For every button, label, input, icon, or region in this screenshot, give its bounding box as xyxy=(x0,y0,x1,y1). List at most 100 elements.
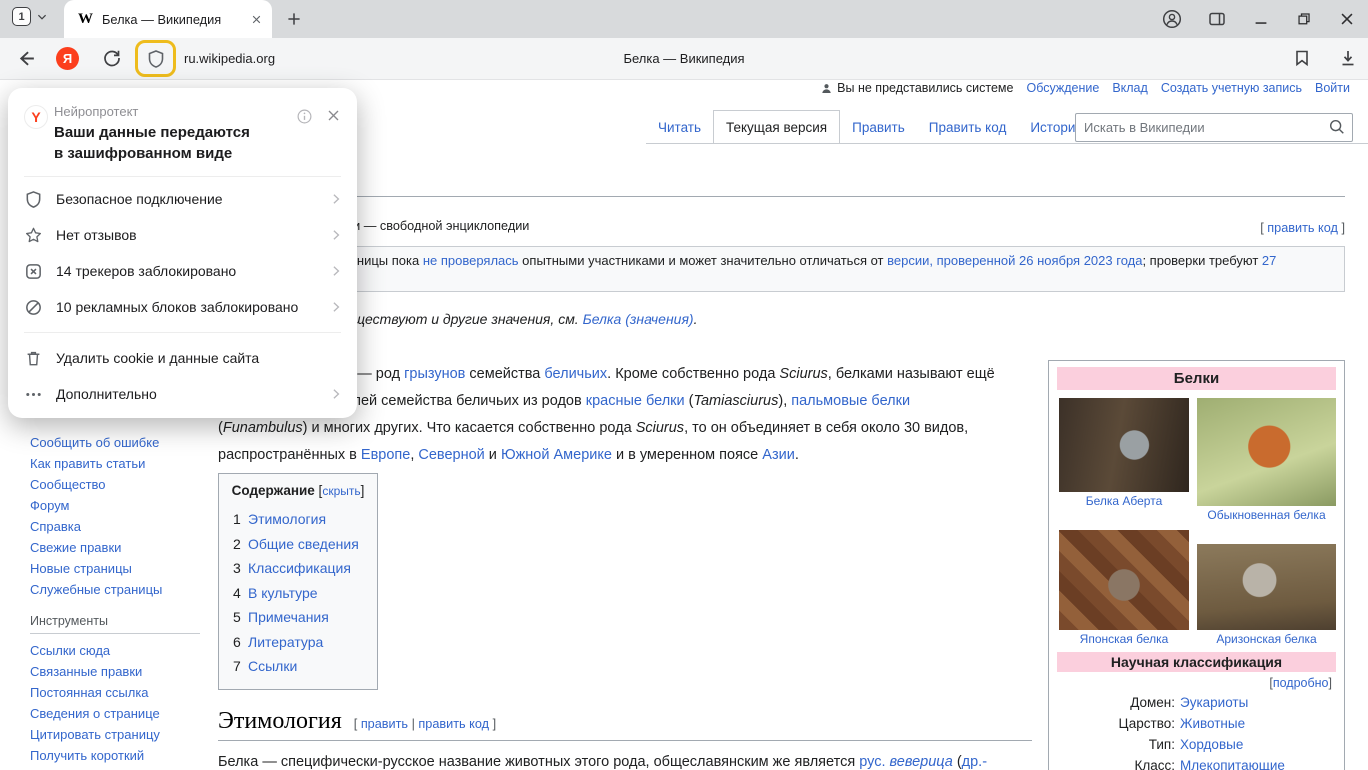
toc-number: 2 xyxy=(233,532,248,557)
inline-link[interactable]: красные белки xyxy=(586,393,685,409)
taxobox: Белки Белка Аберта Обыкновенная белка Яп… xyxy=(1048,360,1345,770)
inline-link[interactable]: др.- xyxy=(962,754,987,770)
sidebar-link[interactable]: Служебные страницы xyxy=(30,579,206,600)
toc-link[interactable]: Общие сведения xyxy=(248,536,359,552)
back-arrow-icon[interactable] xyxy=(16,48,37,69)
top-edit-section-link: [ править код ] xyxy=(1260,221,1345,235)
image-caption-link[interactable]: Японская белка xyxy=(1059,633,1189,646)
sidebar-link[interactable]: Ссылки сюда xyxy=(30,640,206,661)
view-tab-edit-source[interactable]: Править код xyxy=(917,110,1019,144)
inline-link[interactable]: править код xyxy=(418,717,489,731)
sidebar-link[interactable]: Получить короткий xyxy=(30,745,206,766)
inline-link[interactable]: Южной Америке xyxy=(501,447,612,463)
link-login[interactable]: Войти xyxy=(1315,81,1350,95)
chevron-down-icon xyxy=(36,11,48,23)
toc-link[interactable]: Примечания xyxy=(248,609,329,625)
sidebar-link[interactable]: Сведения о странице xyxy=(30,703,206,724)
link-contributions[interactable]: Вклад xyxy=(1112,81,1148,95)
yandex-icon[interactable]: Я xyxy=(56,47,79,70)
window-close-icon[interactable] xyxy=(1338,10,1356,28)
sidebar-link[interactable]: Как править статьи xyxy=(30,453,206,474)
taxonomy-link[interactable]: Эукариоты xyxy=(1180,692,1248,713)
toc-link[interactable]: Этимология xyxy=(248,511,326,527)
image-caption-link[interactable]: Аризонская белка xyxy=(1197,633,1336,646)
inline-link[interactable]: беличьих xyxy=(544,366,607,382)
taxonomy-label: Царство: xyxy=(1057,713,1175,734)
taxonomy-link[interactable]: Хордовые xyxy=(1180,734,1243,755)
taxonomy-label: Класс: xyxy=(1057,755,1175,770)
side-panel-icon[interactable] xyxy=(1207,9,1227,29)
inline-text: Белка — специфически-русское название жи… xyxy=(218,754,859,770)
sidebar-link[interactable]: Справка xyxy=(30,516,206,537)
popup-item-trackers[interactable]: 14 трекеров заблокировано xyxy=(8,253,357,289)
inline-link[interactable]: 27 xyxy=(1262,253,1276,268)
toc-link[interactable]: В культуре xyxy=(248,585,318,601)
view-tab-current-version[interactable]: Текущая версия xyxy=(713,110,840,144)
inline-link[interactable]: править xyxy=(361,717,408,731)
inline-link[interactable]: Северной xyxy=(418,447,484,463)
inline-link[interactable]: Белка (значения) xyxy=(583,311,694,327)
inline-link[interactable]: Европе xyxy=(361,447,410,463)
popup-item-reviews[interactable]: Нет отзывов xyxy=(8,217,357,253)
address-url[interactable]: ru.wikipedia.org xyxy=(184,51,275,66)
taxonomy-link[interactable]: Животные xyxy=(1180,713,1245,734)
popup-item-secure-connection[interactable]: Безопасное подключение xyxy=(8,181,357,217)
sidebar-link[interactable]: Сообщить об ошибке xyxy=(30,432,206,453)
popup-item-clear-cookies[interactable]: Удалить cookie и данные сайта xyxy=(8,340,357,376)
download-icon[interactable] xyxy=(1338,48,1358,68)
inline-link[interactable]: править код xyxy=(1267,221,1338,235)
chevron-right-icon xyxy=(329,192,343,206)
image-caption-link[interactable]: Белка Аберта xyxy=(1059,495,1189,508)
inline-link[interactable]: Азии xyxy=(762,447,795,463)
shield-icon[interactable] xyxy=(146,49,166,69)
search-input[interactable] xyxy=(1075,113,1353,142)
bookmark-icon[interactable] xyxy=(1292,48,1312,68)
inline-link[interactable]: подробно xyxy=(1273,676,1329,690)
inline-link[interactable]: веверица xyxy=(890,754,953,770)
toc-link[interactable]: Литература xyxy=(248,634,323,650)
view-tab-read[interactable]: Читать xyxy=(646,110,713,144)
view-tab-edit[interactable]: Править xyxy=(840,110,917,144)
sidebar-link[interactable]: Цитировать страницу xyxy=(30,724,206,745)
sidebar-link[interactable]: Постоянная ссылка xyxy=(30,682,206,703)
tab-close-icon[interactable] xyxy=(251,14,262,25)
popup-divider xyxy=(24,332,341,333)
tab-counter-button[interactable]: 1 xyxy=(12,7,48,26)
active-tab[interactable]: W Белка — Википедия xyxy=(64,0,272,38)
inline-link[interactable]: не проверялась xyxy=(423,253,519,268)
restore-icon[interactable] xyxy=(1295,10,1313,28)
inline-text: ( xyxy=(953,754,962,770)
sidebar-link[interactable]: Свежие правки xyxy=(30,537,206,558)
magnifier-icon[interactable] xyxy=(1328,118,1346,136)
sidebar-link[interactable]: Новые страницы xyxy=(30,558,206,579)
toc-link[interactable]: Классификация xyxy=(248,560,351,576)
squirrel-image-japanese[interactable] xyxy=(1059,530,1189,630)
inline-link[interactable]: рус. xyxy=(859,754,885,770)
toc-link[interactable]: Ссылки xyxy=(248,658,297,674)
popup-item-adblock[interactable]: 10 рекламных блоков заблокировано xyxy=(8,289,357,325)
new-tab-icon[interactable] xyxy=(286,11,302,27)
section-edit-links: [ править | править код ] xyxy=(354,717,496,731)
close-icon[interactable] xyxy=(326,108,341,123)
squirrel-image-abert[interactable] xyxy=(1059,398,1189,492)
inline-link[interactable]: версии, проверенной 26 ноября 2023 года xyxy=(887,253,1142,268)
info-icon[interactable] xyxy=(296,108,313,125)
sidebar-link[interactable]: Сообщество xyxy=(30,474,206,495)
inline-text: Sciurus xyxy=(779,366,827,382)
sidebar-link[interactable]: Связанные правки xyxy=(30,661,206,682)
squirrel-image-arizona[interactable] xyxy=(1197,544,1336,630)
avatar-icon[interactable] xyxy=(1162,9,1182,29)
minimize-icon[interactable] xyxy=(1252,10,1270,28)
popup-item-more[interactable]: Дополнительно xyxy=(8,376,357,412)
link-discussion[interactable]: Обсуждение xyxy=(1026,81,1099,95)
image-caption-link[interactable]: Обыкновенная белка xyxy=(1197,509,1336,522)
inline-link[interactable]: грызунов xyxy=(404,366,465,382)
link-create-account[interactable]: Создать учетную запись xyxy=(1161,81,1302,95)
taxonomy-link[interactable]: Млекопитающие xyxy=(1180,755,1285,770)
sidebar-link[interactable]: Форум xyxy=(30,495,206,516)
inline-link[interactable]: скрыть xyxy=(322,484,360,498)
squirrel-image-red[interactable] xyxy=(1197,398,1336,506)
inline-link[interactable]: пальмовые белки xyxy=(791,393,910,409)
inline-text: ) и многих других. Что касается собствен… xyxy=(303,420,636,436)
refresh-icon[interactable] xyxy=(102,48,122,68)
